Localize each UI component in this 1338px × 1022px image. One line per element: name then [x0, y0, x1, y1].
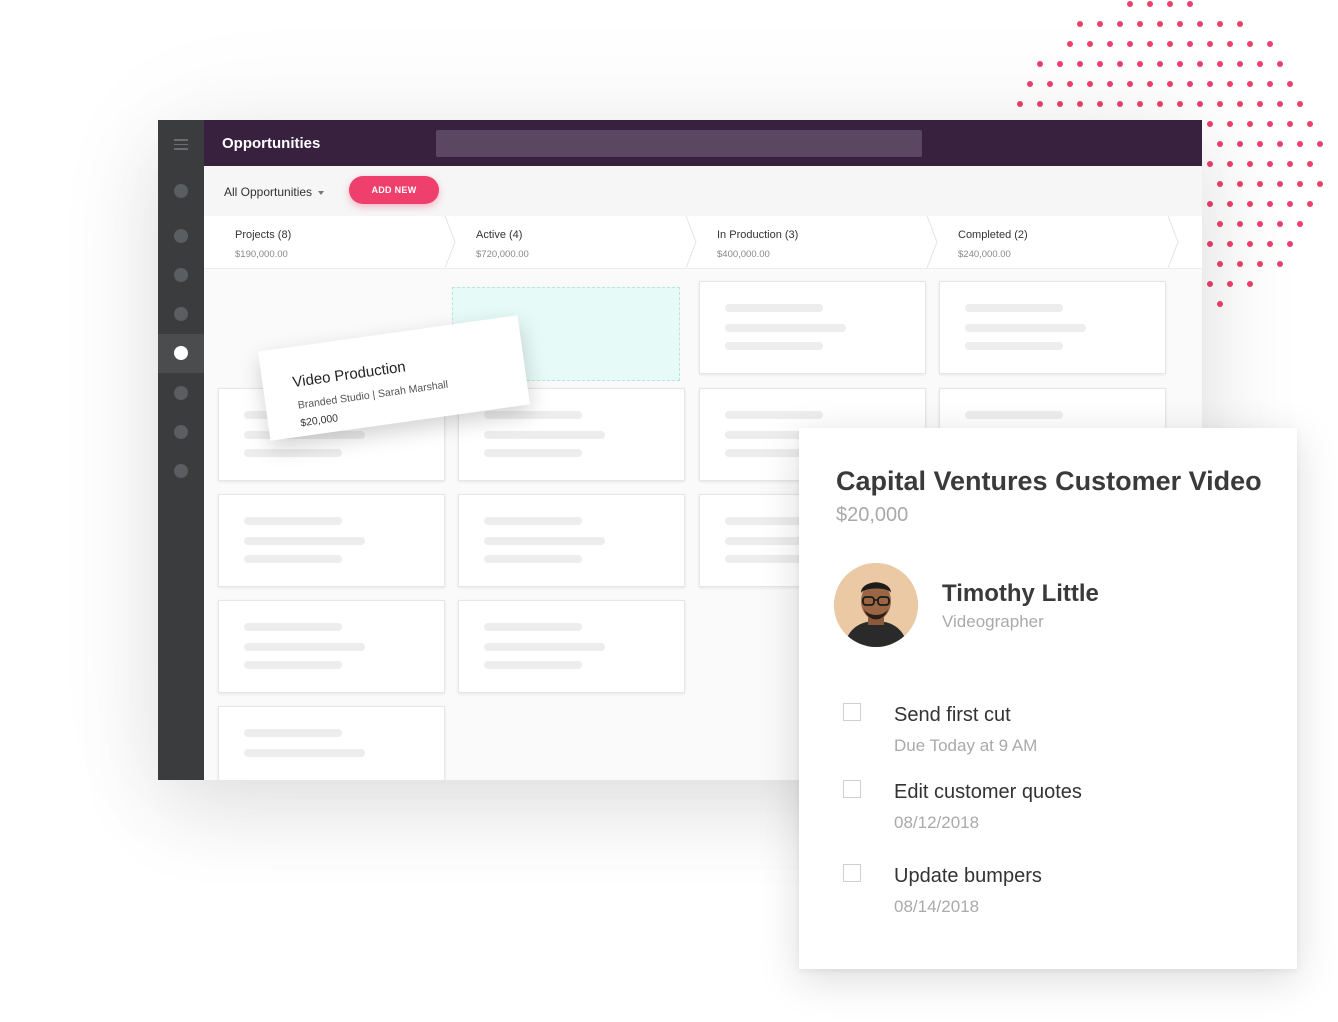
stage-completed[interactable]: Completed (2) $240,000.00 — [927, 216, 1179, 268]
search-input[interactable] — [436, 130, 922, 157]
stage-amount: $240,000.00 — [958, 249, 1011, 260]
sidebar-nav-item[interactable] — [174, 229, 188, 243]
checkbox-icon[interactable] — [843, 864, 861, 882]
stage-label: In Production (3) — [717, 229, 799, 241]
opportunity-card-placeholder[interactable] — [218, 706, 445, 780]
task-label: Update bumpers — [894, 865, 1042, 887]
card-value: $20,000 — [299, 412, 339, 430]
task-due: 08/12/2018 — [894, 813, 980, 832]
task-due: Due Today at 9 AM — [894, 736, 1038, 755]
opportunity-card-placeholder[interactable] — [699, 281, 926, 374]
add-new-button[interactable]: ADD NEW — [349, 176, 439, 204]
stage-label: Projects (8) — [235, 229, 292, 241]
filter-label: All Opportunities — [224, 185, 313, 199]
person-name: Timothy Little — [942, 580, 1099, 607]
avatar[interactable] — [834, 563, 918, 647]
sidebar-nav-item[interactable] — [174, 425, 188, 439]
task-due: 08/14/2018 — [894, 897, 980, 916]
sidebar-nav-item[interactable] — [174, 268, 188, 282]
person-role: Videographer — [942, 612, 1044, 631]
stage-active[interactable]: Active (4) $720,000.00 — [445, 216, 697, 268]
sidebar-nav-item[interactable] — [174, 386, 188, 400]
sidebar-rail — [158, 120, 204, 780]
stage-amount: $400,000.00 — [717, 249, 770, 260]
opportunity-card-placeholder[interactable] — [218, 494, 445, 587]
detail-title: Capital Ventures Customer Video — [836, 466, 1262, 496]
stage-label: Active (4) — [476, 229, 523, 241]
person-portrait-icon — [834, 563, 918, 647]
task-label: Edit customer quotes — [894, 781, 1082, 803]
filter-dropdown[interactable]: All Opportunities — [224, 185, 325, 199]
toolbar: All Opportunities ADD NEW — [204, 166, 1202, 217]
hamburger-icon[interactable] — [174, 139, 188, 153]
checkbox-icon[interactable] — [843, 780, 861, 798]
opportunity-card-placeholder[interactable] — [939, 281, 1166, 374]
stage-projects[interactable]: Projects (8) $190,000.00 — [204, 216, 456, 268]
detail-value: $20,000 — [836, 504, 909, 526]
stage-in-production[interactable]: In Production (3) $400,000.00 — [686, 216, 938, 268]
stage-amount: $720,000.00 — [476, 249, 529, 260]
opportunity-card-placeholder[interactable] — [458, 600, 685, 693]
task-label: Send first cut — [894, 704, 1011, 726]
sidebar-nav-item-active[interactable] — [174, 346, 188, 360]
top-bar: Opportunities — [204, 120, 1202, 166]
sidebar-nav-item[interactable] — [174, 464, 188, 478]
stage-divider — [1168, 216, 1179, 268]
stage-label: Completed (2) — [958, 229, 1028, 241]
pipeline-stages: Projects (8) $190,000.00 Active (4) $720… — [204, 216, 1202, 269]
checkbox-icon[interactable] — [843, 703, 861, 721]
sidebar-nav-item[interactable] — [174, 184, 188, 198]
opportunity-card-placeholder[interactable] — [458, 494, 685, 587]
sidebar-nav-item[interactable] — [174, 307, 188, 321]
stage-amount: $190,000.00 — [235, 249, 288, 260]
caret-down-icon — [318, 190, 325, 195]
page-title: Opportunities — [222, 135, 321, 152]
opportunity-card-placeholder[interactable] — [218, 600, 445, 693]
opportunity-detail-panel: Capital Ventures Customer Video $20,000 … — [799, 428, 1297, 969]
